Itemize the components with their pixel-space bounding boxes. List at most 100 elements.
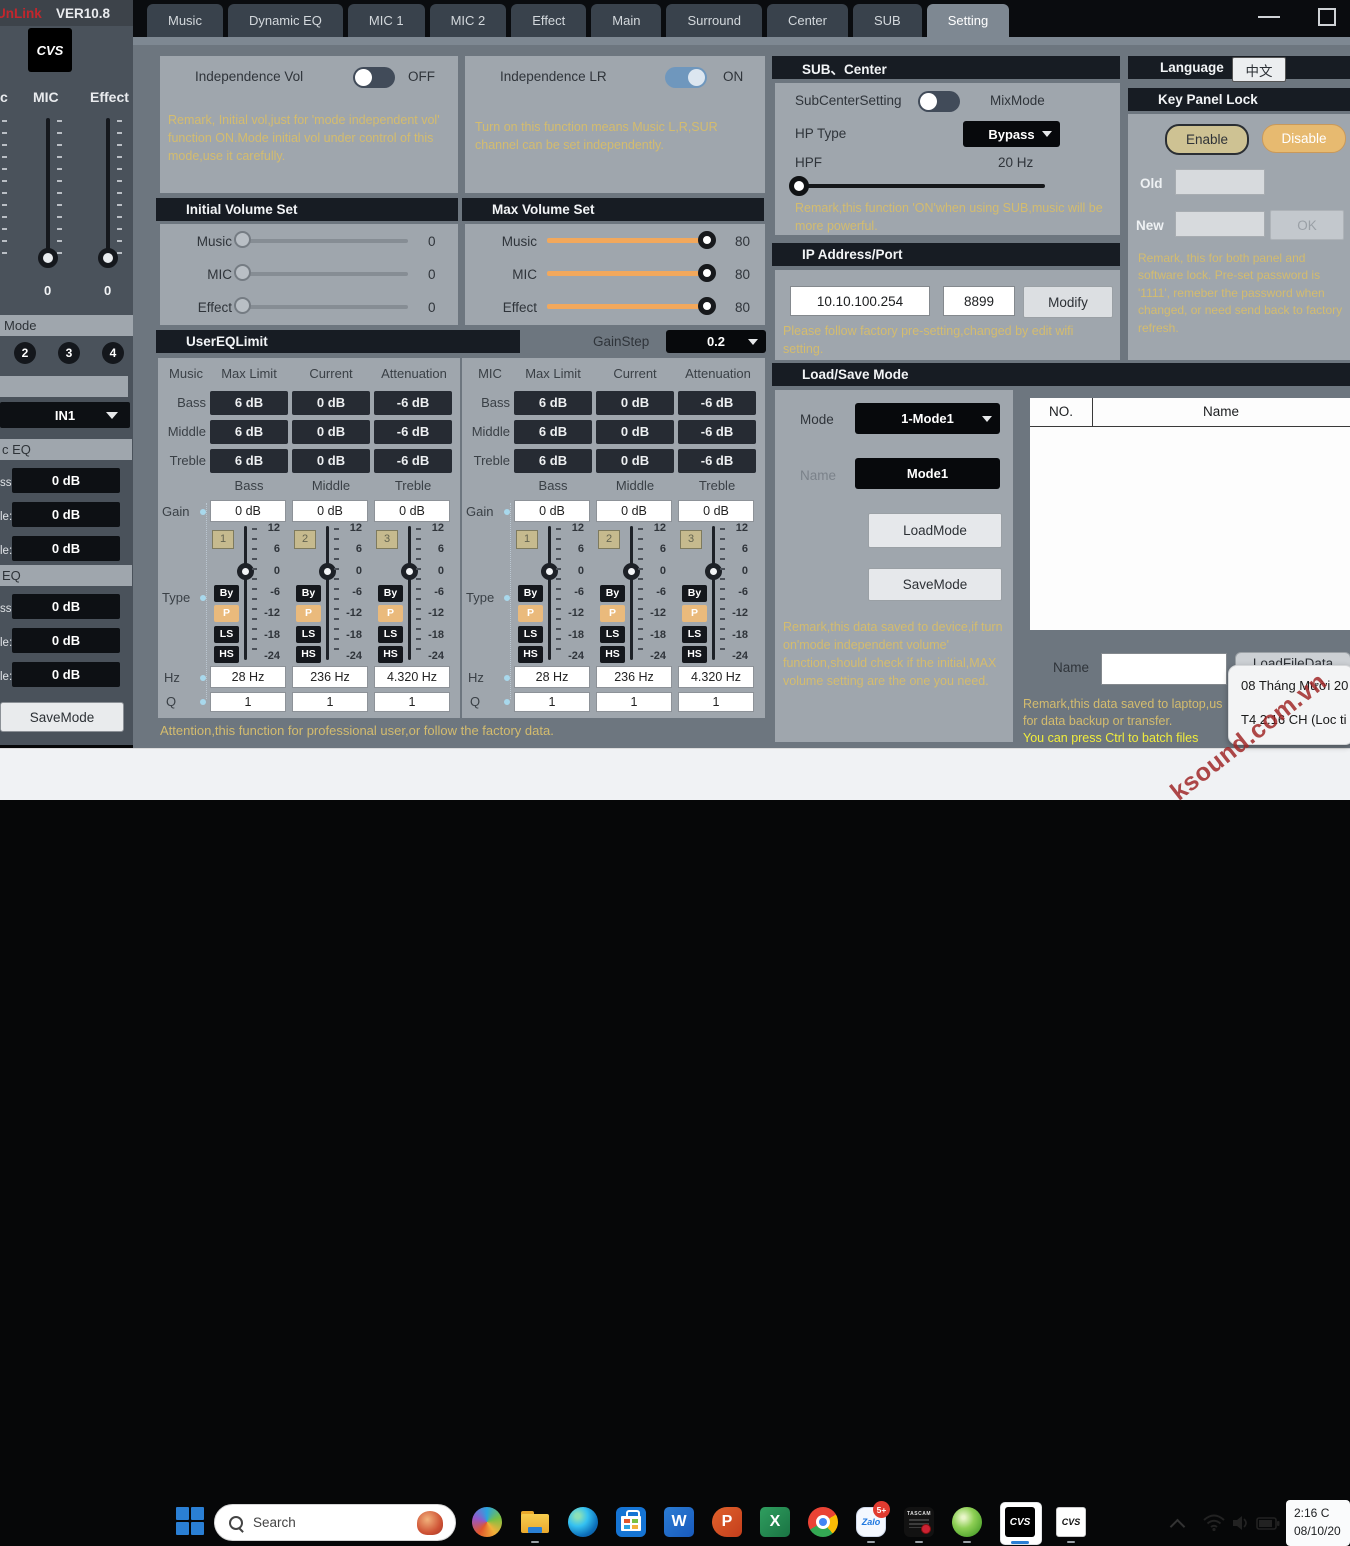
- file-name-input[interactable]: [1101, 653, 1227, 685]
- tascam-icon[interactable]: TASCAM: [904, 1507, 934, 1537]
- port-input[interactable]: [943, 286, 1015, 316]
- language-button[interactable]: 中文: [1232, 57, 1286, 82]
- filter-type-bypass-button[interactable]: By: [682, 585, 707, 602]
- current-cell[interactable]: 0 dB: [596, 449, 674, 473]
- q-field[interactable]: 1: [292, 692, 368, 712]
- music-treble-field[interactable]: 0 dB: [12, 536, 120, 561]
- mic-middle-field[interactable]: 0 dB: [12, 628, 120, 653]
- attenuation-cell[interactable]: -6 dB: [374, 420, 452, 444]
- new-password-input[interactable]: [1175, 211, 1265, 237]
- modify-button[interactable]: Modify: [1023, 286, 1113, 318]
- filter-type-bypass-button[interactable]: By: [600, 585, 625, 602]
- eq-slider-track[interactable]: [630, 526, 633, 660]
- input-source-select[interactable]: IN1: [0, 402, 130, 428]
- attenuation-cell[interactable]: -6 dB: [678, 391, 756, 415]
- filter-type-peak-button[interactable]: P: [600, 605, 625, 622]
- q-field[interactable]: 1: [596, 692, 672, 712]
- current-cell[interactable]: 0 dB: [596, 391, 674, 415]
- cvs-app-icon-white[interactable]: CVS: [1056, 1507, 1086, 1537]
- effect-initial-slider-track[interactable]: [240, 305, 408, 309]
- tab-sub[interactable]: SUB: [853, 4, 922, 37]
- mode-select[interactable]: 1-Mode1: [855, 403, 1000, 434]
- music-max-slider-knob[interactable]: [698, 231, 716, 249]
- mic-initial-slider-track[interactable]: [240, 272, 408, 276]
- mic-volume-slider-track[interactable]: [46, 118, 50, 266]
- windows-start-icon[interactable]: [176, 1507, 206, 1537]
- filter-type-peak-button[interactable]: P: [682, 605, 707, 622]
- hpf-slider-knob[interactable]: [789, 176, 809, 196]
- filter-type-lowshelf-button[interactable]: LS: [682, 626, 707, 643]
- file-list-table[interactable]: NO. Name: [1030, 398, 1350, 630]
- eq-slider-track[interactable]: [712, 526, 715, 660]
- attenuation-cell[interactable]: -6 dB: [678, 449, 756, 473]
- max-limit-cell[interactable]: 6 dB: [514, 391, 592, 415]
- filter-type-peak-button[interactable]: P: [378, 605, 403, 622]
- max-limit-cell[interactable]: 6 dB: [210, 449, 288, 473]
- filter-type-bypass-button[interactable]: By: [518, 585, 543, 602]
- max-limit-cell[interactable]: 6 dB: [514, 420, 592, 444]
- frequency-field[interactable]: 4.320 Hz: [678, 666, 754, 688]
- filter-type-peak-button[interactable]: P: [214, 605, 239, 622]
- music-middle-field[interactable]: 0 dB: [12, 502, 120, 527]
- max-limit-cell[interactable]: 6 dB: [514, 449, 592, 473]
- copilot-icon[interactable]: [472, 1507, 502, 1537]
- lock-enable-button[interactable]: Enable: [1165, 124, 1249, 155]
- tab-main[interactable]: Main: [591, 4, 661, 37]
- mic-volume-slider-knob[interactable]: [38, 248, 58, 268]
- mic-max-slider-knob[interactable]: [698, 264, 716, 282]
- mic-treble-field[interactable]: 0 dB: [12, 662, 120, 687]
- save-mode-button[interactable]: SaveMode: [868, 568, 1002, 601]
- tab-mic1[interactable]: MIC 1: [348, 4, 425, 37]
- mode-2-button[interactable]: 2: [14, 342, 36, 364]
- gain-field[interactable]: 0 dB: [292, 500, 368, 522]
- effect-max-slider-track[interactable]: [547, 304, 715, 309]
- tab-music[interactable]: Music: [147, 4, 223, 37]
- independence-lr-toggle[interactable]: [665, 67, 707, 88]
- eq-slider-track[interactable]: [244, 526, 247, 660]
- music-initial-slider-knob[interactable]: [234, 231, 251, 248]
- filter-type-highshelf-button[interactable]: HS: [682, 646, 707, 663]
- filter-type-highshelf-button[interactable]: HS: [214, 646, 239, 663]
- mic-max-slider-track[interactable]: [547, 271, 715, 276]
- filter-type-highshelf-button[interactable]: HS: [296, 646, 321, 663]
- ip-address-input[interactable]: [790, 286, 930, 316]
- load-mode-button[interactable]: LoadMode: [868, 513, 1002, 548]
- file-explorer-icon[interactable]: [520, 1507, 550, 1537]
- chrome-icon[interactable]: [808, 1507, 838, 1537]
- q-field[interactable]: 1: [678, 692, 754, 712]
- filter-type-peak-button[interactable]: P: [296, 605, 321, 622]
- attenuation-cell[interactable]: -6 dB: [678, 420, 756, 444]
- music-initial-slider-track[interactable]: [240, 239, 408, 243]
- subcenter-toggle[interactable]: [918, 91, 960, 112]
- mode-name-field[interactable]: Mode1: [855, 458, 1000, 489]
- filter-type-peak-button[interactable]: P: [518, 605, 543, 622]
- tab-setting[interactable]: Setting: [927, 4, 1009, 37]
- sidebar-save-mode-button[interactable]: SaveMode: [0, 702, 124, 732]
- filter-type-bypass-button[interactable]: By: [378, 585, 403, 602]
- eq-slider-track[interactable]: [548, 526, 551, 660]
- filter-type-lowshelf-button[interactable]: LS: [214, 626, 239, 643]
- mode-3-button[interactable]: 3: [58, 342, 80, 364]
- cvs-app-icon-active[interactable]: CVS: [1005, 1507, 1035, 1537]
- effect-initial-slider-knob[interactable]: [234, 297, 251, 314]
- tray-chevron-icon[interactable]: [1170, 1519, 1186, 1535]
- filter-type-highshelf-button[interactable]: HS: [518, 646, 543, 663]
- filter-type-highshelf-button[interactable]: HS: [378, 646, 403, 663]
- search-box[interactable]: Search: [214, 1504, 456, 1541]
- speaker-icon[interactable]: [1232, 1515, 1250, 1531]
- maximize-button[interactable]: [1318, 8, 1336, 26]
- clock-area[interactable]: 2:16 C 08/10/20: [1286, 1500, 1350, 1546]
- q-field[interactable]: 1: [514, 692, 590, 712]
- gain-field[interactable]: 0 dB: [210, 500, 286, 522]
- effect-max-slider-knob[interactable]: [698, 297, 716, 315]
- frequency-field[interactable]: 236 Hz: [292, 666, 368, 688]
- frequency-field[interactable]: 28 Hz: [210, 666, 286, 688]
- filter-type-lowshelf-button[interactable]: LS: [296, 626, 321, 643]
- zalo-icon[interactable]: Zalo 5+: [856, 1507, 886, 1537]
- effect-volume-slider-knob[interactable]: [98, 248, 118, 268]
- max-limit-cell[interactable]: 6 dB: [210, 420, 288, 444]
- old-password-input[interactable]: [1175, 169, 1265, 195]
- q-field[interactable]: 1: [374, 692, 450, 712]
- battery-icon[interactable]: [1256, 1517, 1280, 1530]
- hp-type-select[interactable]: Bypass: [963, 121, 1060, 147]
